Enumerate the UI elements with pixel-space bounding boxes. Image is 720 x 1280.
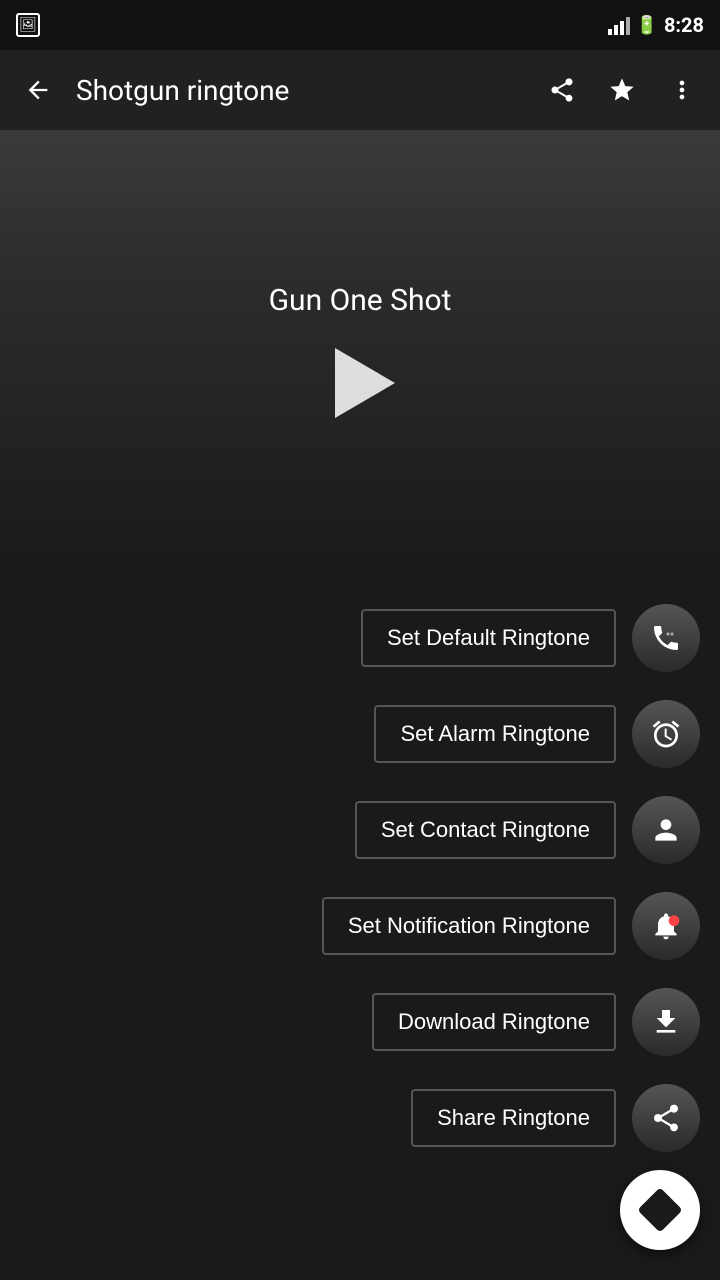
track-title: Gun One Shot (269, 283, 452, 318)
set-default-icon-button[interactable] (632, 604, 700, 672)
set-alarm-icon-button[interactable] (632, 700, 700, 768)
status-left: 🖼 (16, 13, 40, 37)
set-contact-row: Set Contact Ringtone (0, 782, 720, 878)
status-right: 🔋 8:28 (608, 13, 704, 37)
share-toolbar-button[interactable] (540, 68, 584, 112)
image-status-icon: 🖼 (16, 13, 40, 37)
toolbar: Shotgun ringtone (0, 50, 720, 130)
page-title: Shotgun ringtone (76, 74, 524, 107)
back-button[interactable] (16, 68, 60, 112)
set-contact-icon-button[interactable] (632, 796, 700, 864)
set-notification-icon-button[interactable] (632, 892, 700, 960)
diamond-icon (637, 1187, 682, 1232)
set-default-row: Set Default Ringtone (0, 590, 720, 686)
more-menu-button[interactable] (660, 68, 704, 112)
signal-icon (608, 15, 630, 35)
play-triangle-icon (335, 348, 395, 418)
set-notification-button[interactable]: Set Notification Ringtone (322, 897, 616, 955)
download-icon-button[interactable] (632, 988, 700, 1056)
buttons-section: Set Default Ringtone Set Alarm Ringtone … (0, 570, 720, 1206)
share-ringtone-button[interactable]: Share Ringtone (411, 1089, 616, 1147)
share-row: Share Ringtone (0, 1070, 720, 1166)
set-default-button[interactable]: Set Default Ringtone (361, 609, 616, 667)
set-contact-button[interactable]: Set Contact Ringtone (355, 801, 616, 859)
download-row: Download Ringtone (0, 974, 720, 1070)
set-notification-row: Set Notification Ringtone (0, 878, 720, 974)
status-time: 8:28 (664, 13, 704, 37)
download-button[interactable]: Download Ringtone (372, 993, 616, 1051)
favorite-toolbar-button[interactable] (600, 68, 644, 112)
set-alarm-button[interactable]: Set Alarm Ringtone (374, 705, 616, 763)
set-alarm-row: Set Alarm Ringtone (0, 686, 720, 782)
toolbar-actions (540, 68, 704, 112)
battery-icon: 🔋 (636, 15, 658, 36)
status-bar: 🖼 🔋 8:28 (0, 0, 720, 50)
player-area: Gun One Shot (0, 130, 720, 570)
fab-diamond-button[interactable] (620, 1170, 700, 1250)
play-button[interactable] (325, 348, 395, 418)
share-ringtone-icon-button[interactable] (632, 1084, 700, 1152)
